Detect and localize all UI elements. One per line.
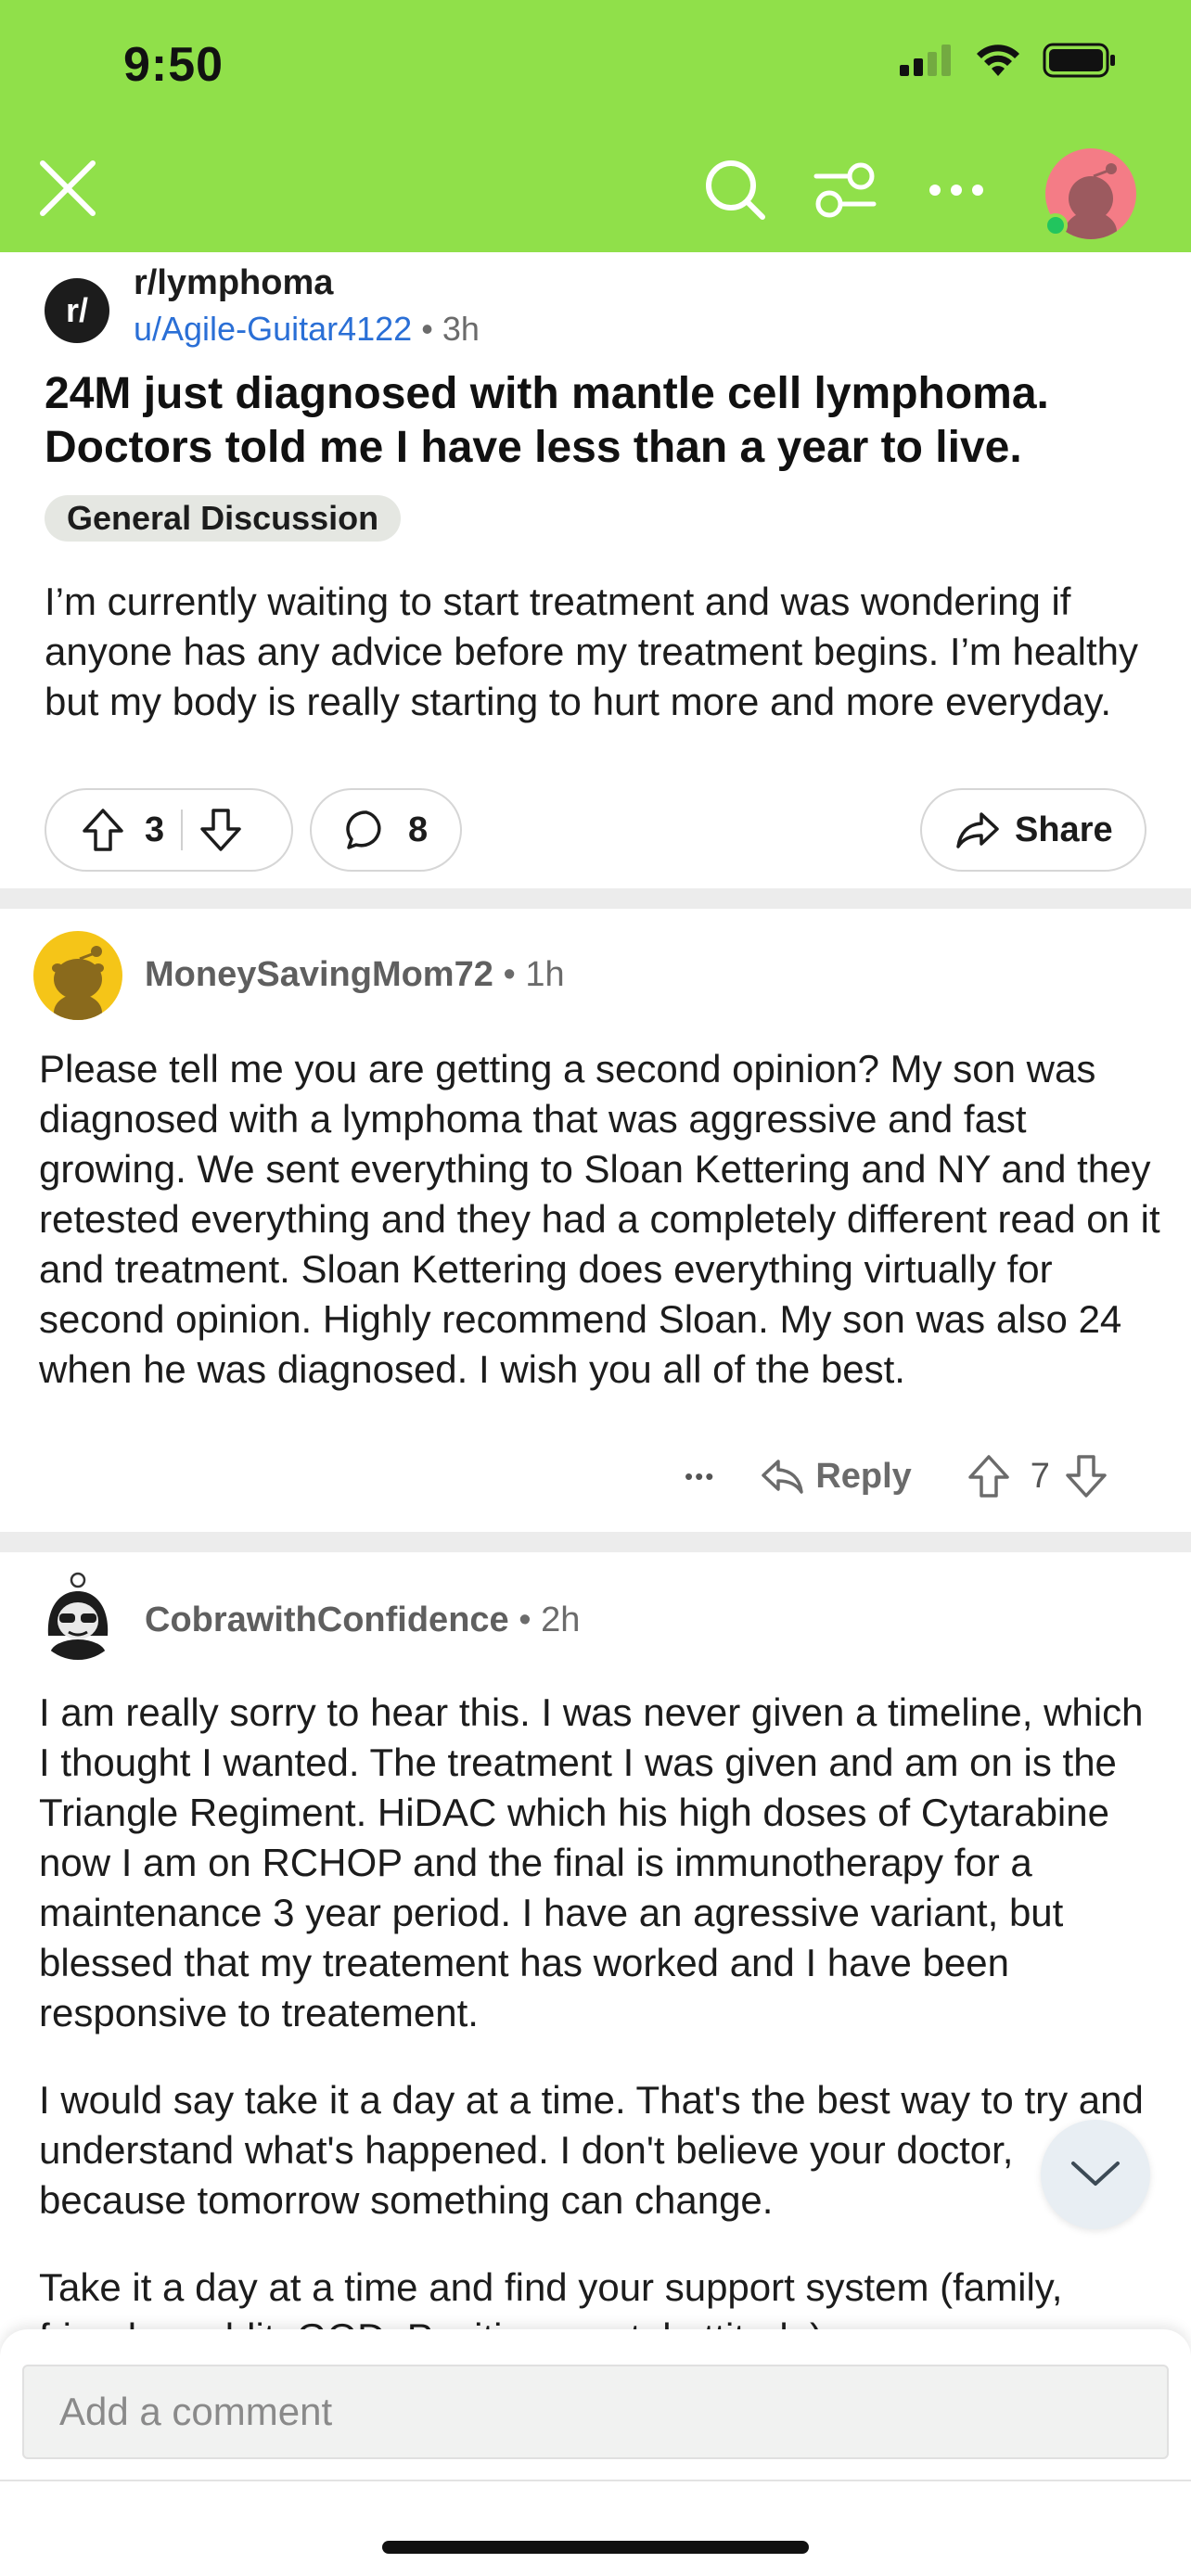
- comment-input-box[interactable]: [22, 2365, 1169, 2459]
- post-meta: u/Agile-Guitar4122 • 3h: [134, 310, 480, 349]
- signal-icon: [900, 45, 951, 76]
- online-status-dot: [1044, 213, 1068, 237]
- comment-count: 8: [408, 810, 429, 849]
- share-button[interactable]: Share: [920, 788, 1146, 872]
- comment-body: I am really sorry to hear this. I was ne…: [39, 1688, 1161, 2400]
- subreddit-icon[interactable]: r/: [45, 278, 109, 343]
- section-divider: [0, 888, 1191, 909]
- upvote-icon[interactable]: [82, 808, 124, 852]
- post-vote-pill: 3: [45, 788, 293, 872]
- reply-icon[interactable]: [760, 1458, 804, 1495]
- post-flair[interactable]: General Discussion: [45, 495, 402, 542]
- downvote-icon[interactable]: [199, 808, 242, 852]
- search-icon[interactable]: [703, 158, 768, 223]
- meta-separator: •: [503, 955, 516, 994]
- meta-separator: •: [421, 310, 433, 348]
- status-time: 9:50: [123, 38, 224, 92]
- chevron-down-icon: [1071, 2162, 1120, 2186]
- battery-icon: [1043, 43, 1115, 78]
- more-options-button[interactable]: •••: [685, 1462, 715, 1491]
- comment-composer: [0, 2329, 1191, 2576]
- comment-vote-count: 7: [1030, 1456, 1050, 1496]
- comment-paragraph: I am really sorry to hear this. I was ne…: [39, 1690, 1144, 2034]
- comment-actions: ••• Reply 7: [685, 1454, 1108, 1498]
- meta-separator: •: [519, 1600, 531, 1639]
- post-title: 24M just diagnosed with mantle cell lymp…: [45, 369, 1049, 472]
- comment-meta: MoneySavingMom72 • 1h: [145, 955, 565, 995]
- comment-age: 2h: [541, 1600, 581, 1639]
- composer-divider: [0, 2480, 1191, 2481]
- comment-age: 1h: [525, 955, 565, 994]
- comment-avatar[interactable]: [33, 1571, 122, 1660]
- vote-divider: [181, 810, 184, 850]
- share-label: Share: [1015, 810, 1113, 849]
- comment-author[interactable]: MoneySavingMom72: [145, 955, 493, 994]
- reply-button[interactable]: Reply: [815, 1457, 911, 1497]
- comment-body: Please tell me you are getting a second …: [39, 1047, 1160, 1391]
- snoo-icon: [47, 1572, 109, 1660]
- section-divider: [0, 1532, 1191, 1552]
- comment-icon: [346, 810, 381, 849]
- comment-input[interactable]: [24, 2366, 1167, 2457]
- comment-meta: CobrawithConfidence • 2h: [145, 1600, 580, 1640]
- scroll-down-button[interactable]: [1041, 2120, 1150, 2229]
- snoo-icon: [52, 946, 104, 1020]
- status-icons: [900, 43, 1117, 78]
- comment-paragraph: I would say take it a day at a time. Tha…: [39, 2078, 1144, 2222]
- post-body: I’m currently waiting to start treatment…: [45, 580, 1138, 723]
- wifi-icon: [977, 45, 1019, 76]
- upvote-icon[interactable]: [967, 1454, 1010, 1498]
- post-author-link[interactable]: u/Agile-Guitar4122: [134, 310, 412, 348]
- downvote-icon[interactable]: [1065, 1454, 1108, 1498]
- comment-author[interactable]: CobrawithConfidence: [145, 1600, 509, 1639]
- close-icon[interactable]: [37, 158, 98, 219]
- subreddit-name[interactable]: r/lymphoma: [134, 263, 333, 303]
- home-indicator[interactable]: [382, 2541, 809, 2554]
- filter-icon[interactable]: [813, 159, 877, 221]
- comments-button[interactable]: 8: [310, 788, 462, 872]
- post-vote-count: 3: [145, 810, 165, 849]
- post-age: 3h: [442, 310, 480, 348]
- share-icon: [956, 812, 999, 848]
- more-icon[interactable]: [926, 167, 987, 213]
- comment-avatar[interactable]: [33, 931, 122, 1020]
